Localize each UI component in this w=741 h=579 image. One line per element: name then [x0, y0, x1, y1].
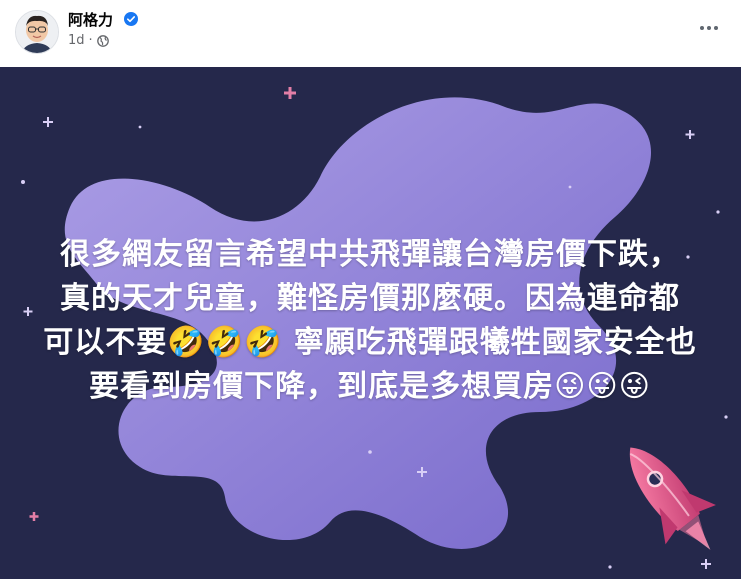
meta-separator: · [88, 33, 93, 48]
post-text-line: 很多網友留言希望中共飛彈讓台灣房價下跌， [60, 237, 680, 272]
post-image[interactable]: 很多網友留言希望中共飛彈讓台灣房價下跌， 真的天才兒童，難怪房價那麼硬。因為連命… [0, 67, 741, 579]
post-text-line: 真的天才兒童，難怪房價那麼硬。因為連命都 [60, 281, 680, 316]
post-text-overlay: 很多網友留言希望中共飛彈讓台灣房價下跌， 真的天才兒童，難怪房價那麼硬。因為連命… [20, 233, 720, 409]
post-text-line: 可以不要🤣🤣🤣 寧願吃飛彈跟犧牲國家安全也 [43, 325, 697, 360]
post-timestamp[interactable]: 1d [68, 33, 85, 48]
post-text-line: 要看到房價下降，到底是多想買房😜😜😜 [89, 369, 651, 404]
author-name[interactable]: 阿格力 [68, 9, 113, 30]
post-header: 阿格力 1d · [0, 0, 741, 67]
verified-badge-icon [124, 12, 138, 26]
avatar-portrait-icon [16, 11, 58, 53]
author-avatar[interactable] [15, 10, 59, 54]
more-dot [714, 26, 718, 30]
more-dot [707, 26, 711, 30]
post-meta: 1d · [68, 33, 109, 48]
more-dot [700, 26, 704, 30]
more-options-button[interactable] [697, 18, 721, 38]
globe-icon[interactable] [96, 34, 109, 47]
